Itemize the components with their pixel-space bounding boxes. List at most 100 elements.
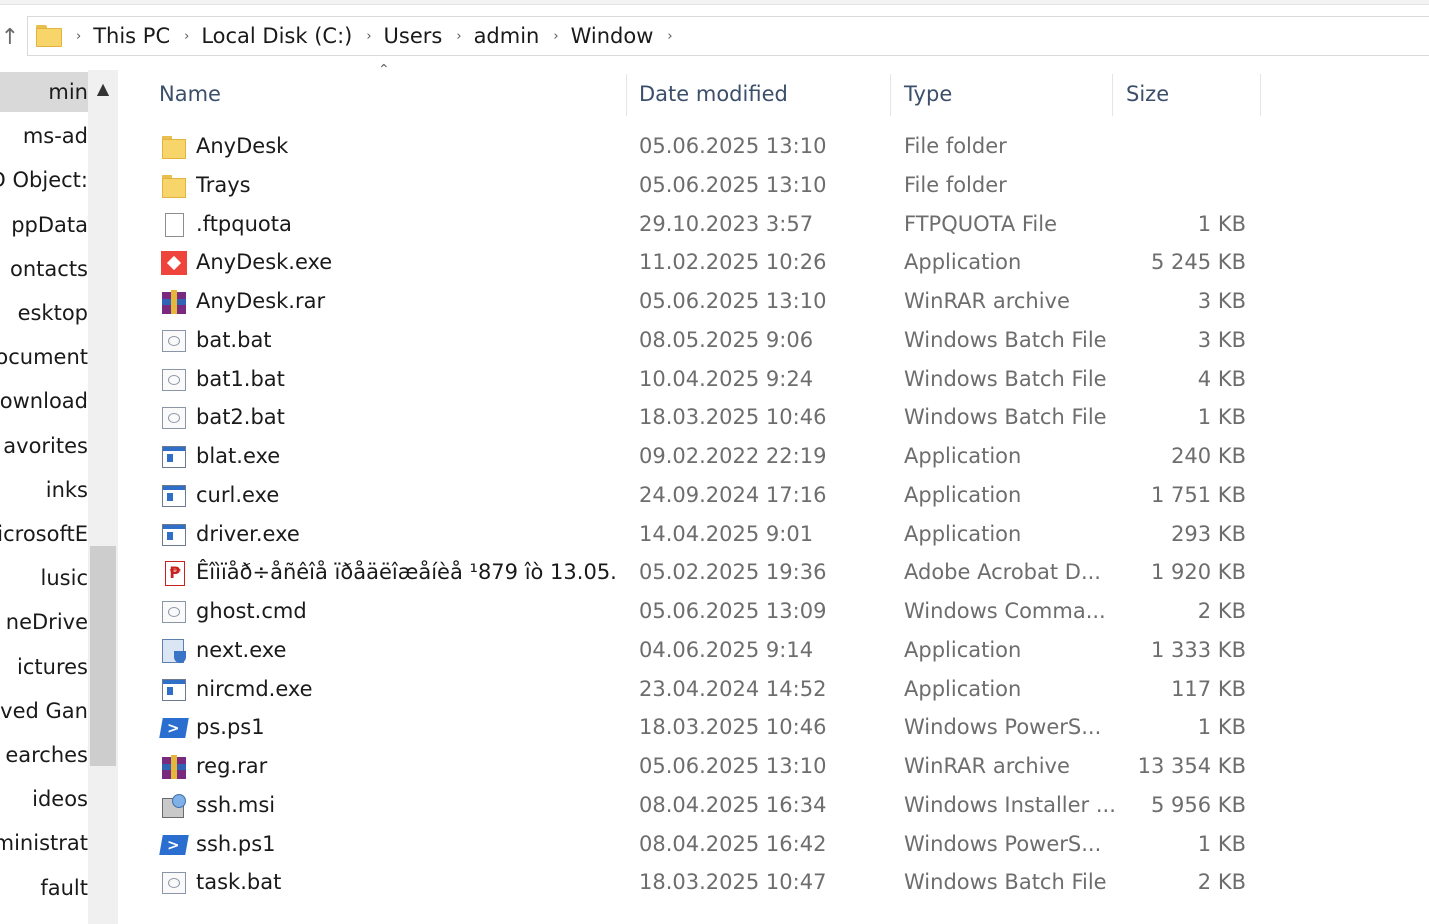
file-row[interactable]: ssh.msi 08.04.2025 16:34 Windows Installer… bbox=[148, 786, 1261, 825]
nav-item[interactable]: inks bbox=[0, 470, 88, 510]
file-row[interactable]: curl.exe 24.09.2024 17:16 Application 1 751… bbox=[148, 476, 1261, 515]
file-row[interactable]: bat1.bat 10.04.2025 9:24 Windows Batch Fil… bbox=[148, 360, 1261, 399]
nav-item-label: ocument bbox=[0, 345, 88, 370]
nav-item[interactable]: ocument bbox=[0, 337, 88, 377]
nav-item[interactable]: licrosoftE bbox=[0, 514, 88, 554]
address-bar[interactable]: › This PC › Local Disk (C:) › Users › admin › Win… bbox=[27, 16, 1429, 56]
column-header-size[interactable]: Size bbox=[1115, 74, 1260, 116]
file-row[interactable]: blat.exe 09.02.2022 22:19 Application 240 K… bbox=[148, 437, 1261, 476]
file-row[interactable]: reg.rar 05.06.2025 13:10 WinRAR archive 13 … bbox=[148, 747, 1261, 786]
column-divider[interactable] bbox=[890, 74, 891, 116]
file-row[interactable]: Trays 05.06.2025 13:10 File folder bbox=[148, 166, 1261, 205]
nav-item[interactable]: min bbox=[0, 72, 88, 112]
file-size bbox=[1114, 166, 1246, 205]
file-row[interactable]: nircmd.exe 23.04.2024 14:52 Application 117… bbox=[148, 670, 1261, 709]
nav-item[interactable]: avorites bbox=[0, 426, 88, 466]
nav-scrollbar[interactable] bbox=[88, 70, 118, 924]
nav-item[interactable]: ideos bbox=[0, 779, 88, 819]
nav-item[interactable]: ppData bbox=[0, 205, 88, 245]
nav-item[interactable]: aved Gan bbox=[0, 691, 88, 731]
navigation-pane[interactable]: min ms-ad D Object: ppData ontacts esktop ocum… bbox=[0, 70, 88, 924]
anydesk-icon bbox=[160, 249, 188, 277]
file-type: WinRAR archive bbox=[904, 289, 1070, 313]
nav-item[interactable]: esktop bbox=[0, 293, 88, 333]
nav-item[interactable]: ictures bbox=[0, 647, 88, 687]
window-top-edge bbox=[0, 0, 1429, 5]
file-row[interactable]: AnyDesk.rar 05.06.2025 13:10 WinRAR archiv… bbox=[148, 282, 1261, 321]
file-name: bat1.bat bbox=[196, 366, 285, 391]
nav-item-label: neDrive bbox=[5, 610, 88, 635]
nav-item[interactable]: earches bbox=[0, 735, 88, 775]
nav-scrollbar-thumb[interactable] bbox=[90, 546, 116, 766]
file-row[interactable]: > ssh.ps1 08.04.2025 16:42 Windows PowerS..… bbox=[148, 825, 1261, 864]
column-divider[interactable] bbox=[626, 74, 627, 116]
nav-item[interactable]: ms-ad bbox=[0, 116, 88, 156]
scroll-up-arrow-icon[interactable]: ▲ bbox=[88, 70, 118, 106]
file-row[interactable]: .ftpquota 29.10.2023 3:57 FTPQUOTA File 1 K… bbox=[148, 205, 1261, 244]
column-header-date-modified[interactable]: Date modified bbox=[628, 74, 890, 116]
file-date-modified: 08.04.2025 16:34 bbox=[639, 792, 827, 817]
breadcrumb-item[interactable]: admin bbox=[474, 24, 540, 48]
file-row[interactable]: next.exe 04.06.2025 9:14 Application 1 333 … bbox=[148, 631, 1261, 670]
breadcrumb-item[interactable]: Window bbox=[571, 24, 654, 48]
file-type: Application bbox=[904, 637, 1022, 662]
file-row[interactable]: > ps.ps1 18.03.2025 10:46 Windows PowerS...… bbox=[148, 708, 1261, 747]
file-row[interactable]: bat2.bat 18.03.2025 10:46 Windows Batch Fi… bbox=[148, 398, 1261, 437]
file-type: WinRAR archive bbox=[904, 754, 1070, 778]
column-header-name[interactable]: Name bbox=[148, 74, 626, 116]
application-icon bbox=[160, 482, 188, 510]
file-type: Windows PowerS... bbox=[904, 831, 1102, 856]
file-row[interactable]: AnyDesk.exe 11.02.2025 10:26 Application 5 … bbox=[148, 243, 1261, 282]
nav-item-label: ownload bbox=[0, 389, 88, 414]
file-date-modified: 24.09.2024 17:16 bbox=[639, 482, 827, 507]
nav-item-label: ms-ad bbox=[22, 124, 88, 149]
batch-file-icon bbox=[160, 366, 188, 394]
file-size: 1 KB bbox=[1197, 211, 1246, 236]
file-row[interactable]: driver.exe 14.04.2025 9:01 Application 293 … bbox=[148, 515, 1261, 554]
pdf-icon: ₱ bbox=[160, 559, 188, 587]
file-name: AnyDesk bbox=[196, 134, 289, 158]
file-type: Adobe Acrobat D... bbox=[904, 560, 1101, 585]
file-row[interactable]: AnyDesk 05.06.2025 13:10 File folder bbox=[148, 127, 1261, 166]
file-date-modified: 23.04.2024 14:52 bbox=[639, 676, 827, 701]
nav-item[interactable]: D Object: bbox=[0, 160, 88, 200]
file-type: Application bbox=[904, 250, 1022, 275]
breadcrumb-item[interactable]: Local Disk (C:) bbox=[201, 24, 352, 48]
file-type: Windows Comma... bbox=[904, 599, 1106, 623]
file-type: Windows Installer ... bbox=[904, 792, 1114, 817]
file-name: reg.rar bbox=[196, 754, 268, 778]
chevron-right-icon[interactable]: › bbox=[553, 29, 558, 44]
nav-item-label: licrosoftE bbox=[0, 522, 88, 546]
nav-item[interactable]: fault bbox=[0, 868, 88, 908]
breadcrumb-item[interactable]: This PC bbox=[93, 24, 170, 48]
nav-item[interactable]: ownload bbox=[0, 381, 88, 421]
batch-file-icon bbox=[160, 598, 188, 626]
file-size: 2 KB bbox=[1197, 870, 1246, 895]
breadcrumb-item[interactable]: Users bbox=[384, 24, 443, 48]
column-header-type[interactable]: Type bbox=[893, 74, 1113, 116]
file-name: Trays bbox=[196, 172, 251, 197]
file-row[interactable]: ghost.cmd 05.06.2025 13:09 Windows Comma..… bbox=[148, 592, 1261, 631]
nav-item-label: lusic bbox=[40, 566, 88, 591]
chevron-right-icon[interactable]: › bbox=[366, 29, 371, 44]
nav-item-label: ontacts bbox=[10, 256, 88, 281]
powershell-icon: > bbox=[159, 714, 189, 742]
nav-item[interactable]: neDrive bbox=[0, 602, 88, 642]
nav-item-label: ictures bbox=[17, 654, 88, 679]
file-row[interactable]: bat.bat 08.05.2025 9:06 Windows Batch File… bbox=[148, 321, 1261, 360]
nav-item[interactable]: ontacts bbox=[0, 249, 88, 289]
file-row[interactable]: ₱ Êîìïåð÷åñêîå ïðåäëîæåíèå ¹879 îò 13.05.… bbox=[148, 553, 1261, 592]
file-size: 1 751 KB bbox=[1151, 482, 1246, 507]
chevron-right-icon[interactable]: › bbox=[667, 29, 672, 44]
file-name: curl.exe bbox=[196, 482, 280, 507]
file-name: next.exe bbox=[196, 637, 287, 662]
chevron-right-icon[interactable]: › bbox=[76, 29, 81, 44]
nav-item[interactable]: lusic bbox=[0, 558, 88, 598]
chevron-right-icon[interactable]: › bbox=[456, 29, 461, 44]
column-divider[interactable] bbox=[1112, 74, 1113, 116]
up-arrow-icon[interactable]: ↑ bbox=[0, 20, 20, 54]
file-row[interactable]: task.bat 18.03.2025 10:47 Windows Batch Fi… bbox=[148, 863, 1261, 902]
column-divider[interactable] bbox=[1260, 74, 1261, 116]
chevron-right-icon[interactable]: › bbox=[184, 29, 189, 44]
nav-item[interactable]: ministrat bbox=[0, 823, 88, 863]
